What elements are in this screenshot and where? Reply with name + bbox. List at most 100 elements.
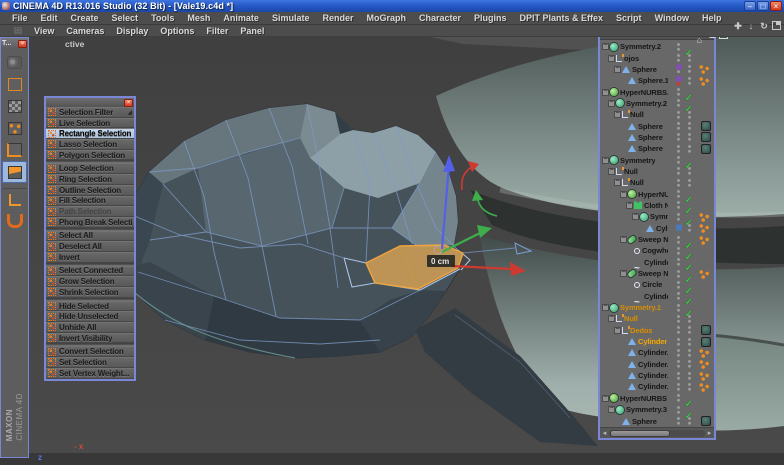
object-name[interactable]: Circle: [642, 280, 662, 289]
object-tree-row[interactable]: − Sphere: [600, 64, 714, 75]
object-tree-row[interactable]: − HyperNURBS.1: [600, 86, 714, 97]
enable-toggle[interactable]: [685, 325, 694, 335]
object-tree-row[interactable]: − Symmetry.1: [600, 302, 714, 313]
object-tree-row[interactable]: − Sphere: [600, 132, 714, 143]
visibility-dots[interactable]: [675, 246, 682, 256]
object-tag-icons[interactable]: [698, 381, 711, 392]
expand-toggle[interactable]: −: [620, 190, 627, 198]
enable-toggle[interactable]: [685, 132, 694, 142]
scroll-right-arrow[interactable]: ▸: [706, 429, 713, 437]
object-tree-row[interactable]: − Cylinder.4: [600, 347, 714, 358]
object-name[interactable]: Cylinder.1: [638, 382, 668, 391]
menu-item[interactable]: Create: [71, 13, 99, 23]
enable-toggle[interactable]: [685, 121, 694, 131]
object-tree-row[interactable]: − Null: [600, 166, 714, 177]
object-tag-icons[interactable]: [698, 268, 711, 279]
enable-toggle[interactable]: [685, 156, 694, 165]
object-tag-icons[interactable]: [701, 143, 711, 154]
object-name[interactable]: Null: [630, 178, 644, 187]
selection-menu-item[interactable]: Set Vertex Weight... ◢: [46, 367, 134, 379]
object-name[interactable]: Dedos: [630, 326, 652, 335]
object-name[interactable]: Sphere: [632, 65, 657, 74]
object-tag-icons[interactable]: [698, 211, 711, 222]
enable-toggle[interactable]: [685, 223, 694, 233]
enable-toggle[interactable]: [685, 64, 694, 74]
expand-toggle[interactable]: −: [614, 110, 621, 119]
enable-toggle[interactable]: [685, 110, 694, 120]
visibility-dots[interactable]: [675, 337, 682, 347]
object-name[interactable]: Sweep NURBS: [638, 235, 668, 244]
visibility-dots[interactable]: [675, 53, 682, 63]
enable-toggle[interactable]: [685, 53, 694, 63]
selection-menu-item[interactable]: Hide Selected ◢: [46, 300, 134, 312]
viewport-menu-item[interactable]: Cameras: [66, 26, 104, 36]
enable-toggle[interactable]: [685, 166, 694, 176]
object-name[interactable]: Cylinder.4: [638, 348, 668, 357]
visibility-dots[interactable]: [675, 178, 682, 188]
viewport-menu-item[interactable]: Filter: [206, 26, 228, 36]
menu-item[interactable]: Help: [702, 13, 722, 23]
object-name[interactable]: Cogwheel: [642, 246, 668, 255]
texture-mode-icon[interactable]: [2, 95, 27, 117]
enable-toggle[interactable]: [685, 314, 694, 324]
viewport-menu-item[interactable]: View: [34, 26, 54, 36]
expand-toggle[interactable]: −: [614, 178, 621, 187]
selection-menu-item[interactable]: Deselect All ◢: [46, 241, 134, 252]
object-name[interactable]: Null: [630, 110, 644, 119]
expand-toggle[interactable]: −: [614, 326, 621, 334]
object-tag-icons[interactable]: [701, 416, 711, 427]
object-tree-row[interactable]: − Null: [600, 177, 714, 188]
maximize-button[interactable]: □: [757, 1, 769, 11]
expand-toggle[interactable]: −: [602, 42, 609, 51]
enable-toggle[interactable]: [685, 337, 694, 347]
expand-toggle[interactable]: −: [608, 54, 615, 62]
object-name[interactable]: Sphere.1: [638, 76, 668, 85]
toggle-view-icon[interactable]: [772, 21, 781, 30]
expand-toggle[interactable]: −: [620, 235, 627, 244]
polygons-mode-icon[interactable]: [2, 161, 27, 183]
view-tab-label[interactable]: ctive: [65, 39, 84, 49]
object-tree-row[interactable]: − Cylinder.Spline: [600, 257, 714, 268]
expand-toggle[interactable]: −: [608, 99, 615, 107]
object-tag-icons[interactable]: [701, 121, 711, 132]
object-tree-row[interactable]: − Sphere.1: [600, 75, 714, 86]
menu-item[interactable]: Mesh: [187, 13, 210, 23]
viewport-menu-item[interactable]: Options: [160, 26, 194, 36]
object-tree-row[interactable]: − Sphere: [600, 120, 714, 132]
visibility-dots[interactable]: [675, 98, 682, 108]
object-name[interactable]: Cloth NURBS: [644, 201, 668, 210]
enable-toggle[interactable]: [685, 190, 694, 199]
visibility-dots[interactable]: [675, 416, 682, 426]
menu-item[interactable]: Window: [655, 13, 689, 23]
object-name[interactable]: Null: [624, 167, 638, 176]
selection-menu-item[interactable]: Hide Unselected ◢: [46, 311, 134, 323]
object-tag-icons[interactable]: [701, 132, 711, 143]
tool-palette-titlebar[interactable]: T... ×: [1, 38, 28, 49]
enable-toggle[interactable]: [685, 99, 694, 108]
menu-item[interactable]: Tools: [151, 13, 174, 23]
enable-toggle[interactable]: [685, 405, 694, 414]
zoom-icon[interactable]: ↓: [746, 21, 756, 31]
selection-menu-item[interactable]: Fill Selection ◢: [46, 195, 134, 207]
visibility-dots[interactable]: [675, 280, 682, 290]
object-name[interactable]: Symmetry.1: [620, 303, 661, 312]
visibility-dots[interactable]: [675, 87, 682, 97]
object-tree-row[interactable]: − Sphere: [600, 415, 714, 427]
close-icon[interactable]: ×: [18, 39, 27, 48]
visibility-dots[interactable]: [675, 382, 682, 392]
visibility-dots[interactable]: [675, 269, 682, 279]
enable-toggle[interactable]: [685, 258, 694, 267]
object-name[interactable]: Sweep NURBS: [638, 269, 668, 278]
expand-toggle[interactable]: −: [620, 269, 627, 278]
object-tag-icons[interactable]: [698, 359, 711, 370]
selection-menu-item[interactable]: Selection Filter ◢: [46, 107, 134, 118]
enable-toggle[interactable]: [685, 292, 694, 301]
menu-item[interactable]: Simulate: [272, 13, 310, 23]
enable-toggle[interactable]: [685, 269, 694, 278]
visibility-dots[interactable]: [675, 200, 682, 210]
menu-item[interactable]: MoGraph: [366, 13, 406, 23]
object-tree-row[interactable]: − Symmetry.2: [600, 41, 714, 52]
selection-menu-item[interactable]: Path Selection ◢: [46, 206, 134, 217]
selection-menu-item[interactable]: Shrink Selection ◢: [46, 287, 134, 298]
object-tree-row[interactable]: − Symmetry.2: [600, 98, 714, 109]
